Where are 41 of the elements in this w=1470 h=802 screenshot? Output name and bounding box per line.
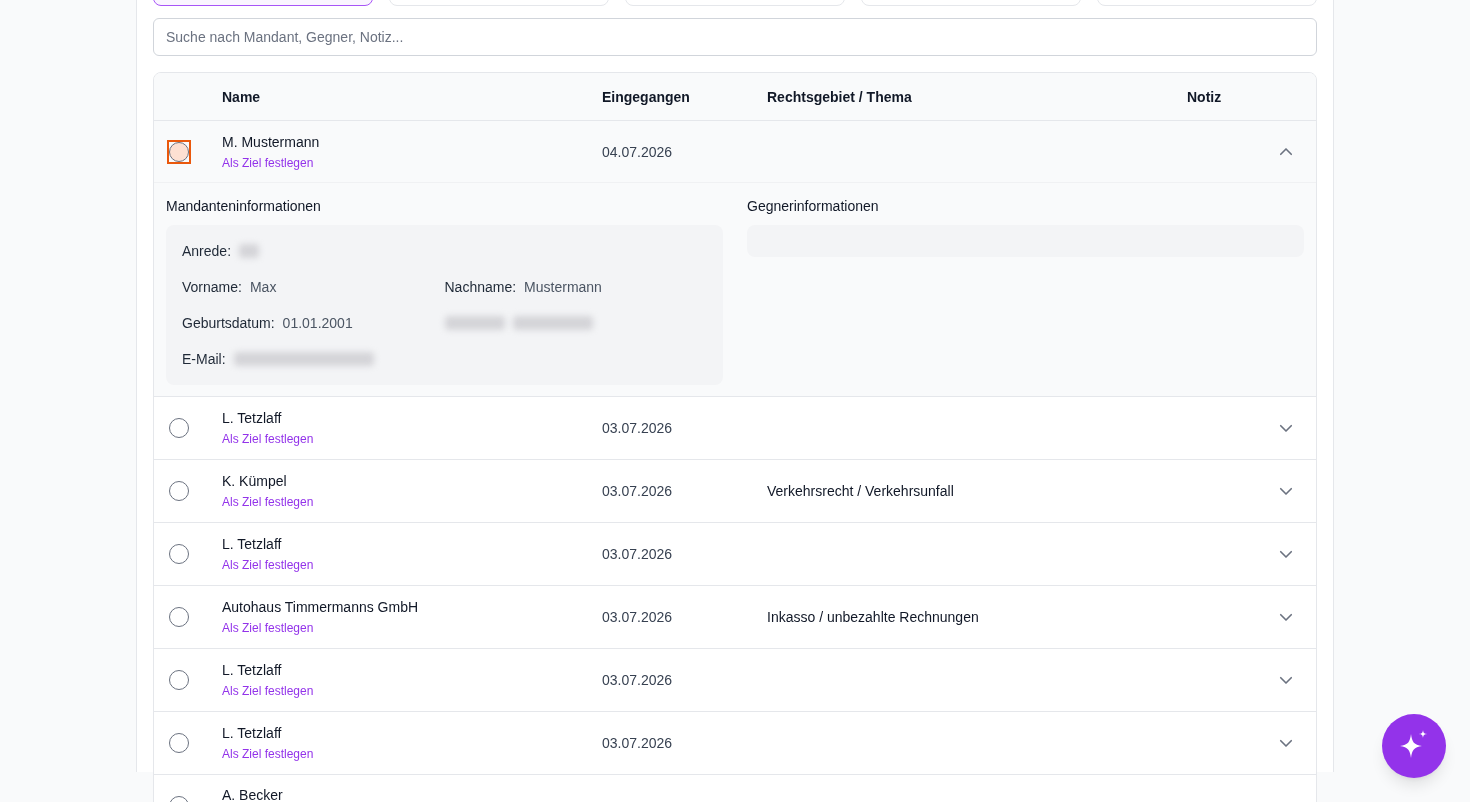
radio-button[interactable] [167,139,191,164]
field-value: 01.01.2001 [282,314,353,333]
received-date: 04.07.2026 [602,143,673,160]
section-title: Mandanteninformationen [166,197,322,216]
legal-topic: Verkehrsrecht / Verkehrsunfall [767,482,954,499]
client-name: L. Tetzlaff [222,535,282,554]
field-label: Anrede: [182,242,232,261]
client-name: L. Tetzlaff [222,724,282,743]
field-label: E-Mail: [182,350,226,369]
column-header: Name [222,87,262,107]
set-target-link[interactable]: Als Ziel festlegen [222,683,314,699]
client-name: A. Becker [222,786,283,802]
received-date: 03.07.2026 [602,545,673,562]
set-target-link[interactable]: Als Ziel festlegen [222,431,314,447]
legal-topic: Inkasso / unbezahlte Rechnungen [767,608,979,625]
field-label: Geburtsdatum: [182,314,275,333]
client-name: L. Tetzlaff [222,661,282,680]
field-label: Nachname: [444,278,517,297]
ai-assistant-button[interactable] [1382,714,1446,778]
field-value: Max [249,278,277,297]
received-date: 03.07.2026 [602,734,673,751]
section-title: Gegnerinformationen [747,197,880,216]
column-header: Eingegangen [602,87,691,107]
received-date: 03.07.2026 [602,671,673,688]
column-header: Notiz [1187,87,1223,107]
field-label: Vorname: [182,278,242,297]
received-date: 03.07.2026 [602,608,673,625]
field-value: Mustermann [524,278,602,297]
set-target-link[interactable]: Als Ziel festlegen [222,620,314,636]
set-target-link[interactable]: Als Ziel festlegen [222,746,314,762]
column-header: Rechtsgebiet / Thema [767,87,913,107]
client-name: Autohaus Timmermanns GmbH [222,598,419,617]
client-name: L. Tetzlaff [222,409,282,428]
received-date: 03.07.2026 [602,419,673,436]
received-date: 03.07.2026 [602,482,673,499]
search-field[interactable]: Suche nach Mandant, Gegner, Notiz... [153,18,1317,56]
client-name: M. Mustermann [222,133,320,152]
set-target-link[interactable]: Als Ziel festlegen [222,557,314,573]
set-target-link[interactable]: Als Ziel festlegen [222,155,314,171]
set-target-link[interactable]: Als Ziel festlegen [222,494,314,510]
client-name: K. Kümpel [222,472,287,491]
